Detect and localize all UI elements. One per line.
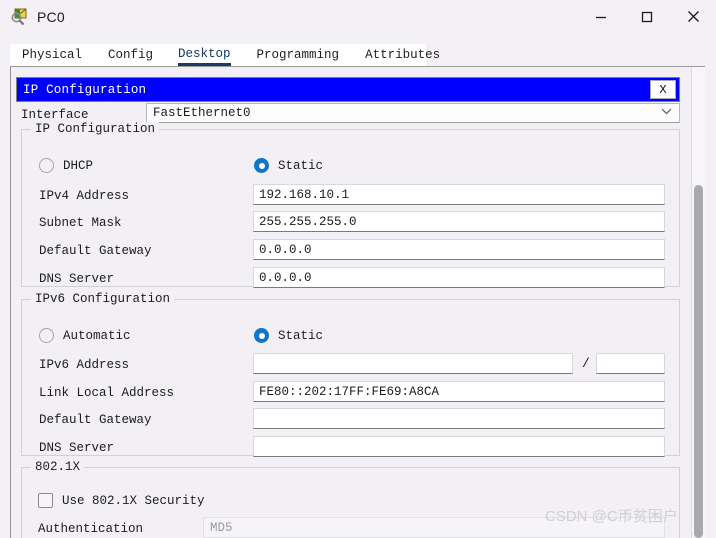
interface-label: Interface xyxy=(21,108,89,122)
link-local-address-input[interactable]: FE80::202:17FF:FE69:A8CA xyxy=(253,381,665,402)
tab-attributes[interactable]: Attributes xyxy=(365,48,440,66)
packet-tracer-pc-window: PC0 Physical Config Desktop Programming … xyxy=(0,0,716,538)
ipv4-default-gateway-label: Default Gateway xyxy=(39,244,152,258)
ipv4-address-label: IPv4 Address xyxy=(39,189,130,203)
ipv6-automatic-label: Automatic xyxy=(63,328,131,343)
ipv4-dhcp-label: DHCP xyxy=(63,158,94,173)
device-tabstrip: Physical Config Desktop Programming Attr… xyxy=(10,44,440,66)
dot1x-security-checkbox[interactable]: Use 802.1X Security xyxy=(38,493,205,508)
scrollbar-thumb[interactable] xyxy=(694,185,703,538)
radio-selected-icon xyxy=(254,328,269,343)
desktop-panel: IP Configuration X Interface FastEtherne… xyxy=(10,67,705,538)
subnet-mask-input[interactable]: 255.255.255.0 xyxy=(253,211,665,232)
maximize-button[interactable] xyxy=(624,0,670,33)
ipv4-dns-server-value: 0.0.0.0 xyxy=(259,270,312,285)
radio-unselected-icon xyxy=(39,158,54,173)
window-titlebar: PC0 xyxy=(0,0,716,33)
ipv6-static-label: Static xyxy=(278,328,324,343)
ip-configuration-caption-bar: IP Configuration X xyxy=(16,77,680,102)
radio-selected-icon xyxy=(254,158,269,173)
ipv4-address-input[interactable]: 192.168.10.1 xyxy=(253,184,665,205)
ipv6-dns-server-label: DNS Server xyxy=(39,441,115,455)
ipv6-address-input[interactable] xyxy=(253,353,573,374)
ipv6-automatic-radio[interactable]: Automatic xyxy=(39,328,131,343)
interface-select-value: FastEthernet0 xyxy=(153,106,251,120)
interface-select[interactable]: FastEthernet0 xyxy=(146,103,680,123)
subnet-mask-label: Subnet Mask xyxy=(39,216,122,230)
tab-config[interactable]: Config xyxy=(108,48,153,66)
ipv6-address-label: IPv6 Address xyxy=(39,358,130,372)
ipv4-dns-server-input[interactable]: 0.0.0.0 xyxy=(253,267,665,288)
ipv4-configuration-group: IP Configuration xyxy=(21,122,680,287)
ipv4-default-gateway-input[interactable]: 0.0.0.0 xyxy=(253,239,665,260)
ipv4-dhcp-radio[interactable]: DHCP xyxy=(39,158,93,173)
ipv4-static-radio[interactable]: Static xyxy=(254,158,323,173)
ipv6-configuration-group: IPv6 Configuration xyxy=(21,292,680,456)
link-local-address-value: FE80::202:17FF:FE69:A8CA xyxy=(259,384,440,399)
panel-scrollbar[interactable] xyxy=(691,67,705,538)
ip-configuration-caption-title: IP Configuration xyxy=(23,82,147,97)
close-button[interactable] xyxy=(670,0,716,33)
ip-configuration-close-button[interactable]: X xyxy=(650,80,676,99)
ipv6-dns-server-input[interactable] xyxy=(253,436,665,457)
ipv6-prefix-input[interactable] xyxy=(596,353,665,374)
tab-programming[interactable]: Programming xyxy=(257,48,340,66)
ipv6-default-gateway-input[interactable] xyxy=(253,408,665,429)
window-title: PC0 xyxy=(37,8,65,25)
dot1x-security-label: Use 802.1X Security xyxy=(62,493,205,508)
authentication-select[interactable]: MD5 xyxy=(203,517,665,538)
ipv6-group-title: IPv6 Configuration xyxy=(31,292,175,306)
ipv4-address-value: 192.168.10.1 xyxy=(259,187,350,202)
checkbox-unchecked-icon xyxy=(38,493,53,508)
radio-unselected-icon xyxy=(39,328,54,343)
ipv4-default-gateway-value: 0.0.0.0 xyxy=(259,242,312,257)
minimize-button[interactable] xyxy=(578,0,624,33)
link-local-address-label: Link Local Address xyxy=(39,386,175,400)
ipv6-static-radio[interactable]: Static xyxy=(254,328,323,343)
ip-configuration-app: IP Configuration X Interface FastEtherne… xyxy=(11,67,691,538)
authentication-label: Authentication xyxy=(38,522,144,536)
authentication-select-value: MD5 xyxy=(210,520,233,535)
ipv4-group-title: IP Configuration xyxy=(31,122,160,136)
tab-physical[interactable]: Physical xyxy=(22,48,82,66)
window-controls xyxy=(578,0,716,33)
subnet-mask-value: 255.255.255.0 xyxy=(259,214,357,229)
ipv4-static-label: Static xyxy=(278,158,324,173)
packet-tracer-pc-icon xyxy=(10,8,28,26)
chevron-down-icon xyxy=(661,108,672,119)
ipv4-dns-server-label: DNS Server xyxy=(39,272,115,286)
tab-desktop[interactable]: Desktop xyxy=(178,47,231,66)
ipv6-default-gateway-label: Default Gateway xyxy=(39,413,152,427)
dot1x-group-title: 802.1X xyxy=(31,460,85,474)
ipv6-prefix-separator: / xyxy=(582,356,590,371)
